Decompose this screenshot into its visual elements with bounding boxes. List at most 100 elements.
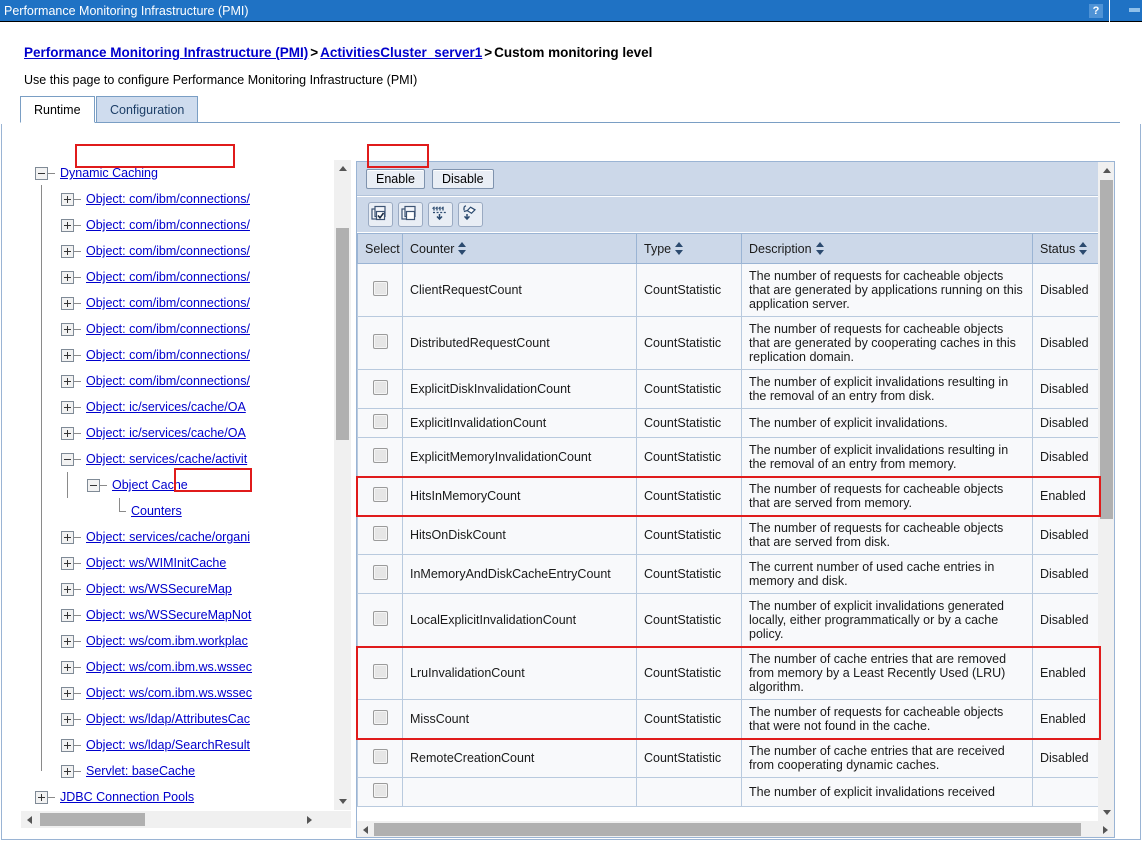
tree-item-1[interactable]: Object: com/ibm/connections/ [21,212,333,238]
select-all-icon[interactable] [368,202,393,227]
table-horizontal-scroll-thumb[interactable] [374,823,1081,836]
tree-item-label[interactable]: Object: ws/ldap/SearchResult [86,738,250,752]
column-header-type[interactable]: Type [637,234,742,264]
row-select-cell[interactable] [358,438,403,477]
tree-vertical-scrollbar[interactable] [334,160,351,810]
row-checkbox[interactable] [373,334,388,349]
tree-collapse-icon[interactable] [61,453,74,466]
tree-expand-icon[interactable] [61,271,74,284]
tree-expand-icon[interactable] [35,791,48,804]
tree-scroll-left-arrow[interactable] [21,811,38,828]
tree-item-label[interactable]: Object: services/cache/organi [86,530,250,544]
table-row[interactable]: HitsInMemoryCountCountStatisticThe numbe… [358,477,1099,516]
tree-item-label[interactable]: Object: com/ibm/connections/ [86,322,250,336]
tree-item-8[interactable]: Object: ic/services/cache/OA [21,394,333,420]
minimize-icon[interactable] [1129,8,1140,12]
tree-scroll-up-arrow[interactable] [334,160,351,177]
tree-item-7[interactable]: Object: com/ibm/connections/ [21,368,333,394]
table-row[interactable]: ExplicitMemoryInvalidationCountCountStat… [358,438,1099,477]
column-header-description[interactable]: Description [742,234,1033,264]
tree-expand-icon[interactable] [61,375,74,388]
tree-item-label[interactable]: Object: com/ibm/connections/ [86,192,250,206]
row-select-cell[interactable] [358,477,403,516]
tree-horizontal-scroll-thumb[interactable] [40,813,145,826]
tree-item-label[interactable]: Object Cache [112,478,188,492]
table-row[interactable]: ExplicitDiskInvalidationCountCountStatis… [358,370,1099,409]
tree-item-label[interactable]: Object: com/ibm/connections/ [86,296,250,310]
tree-item-5[interactable]: Object: com/ibm/connections/ [21,316,333,342]
table-scroll-up-arrow[interactable] [1098,162,1115,179]
tree-item-dynamic-caching[interactable]: Dynamic Caching [21,160,333,186]
row-checkbox[interactable] [373,380,388,395]
tree-item-16[interactable]: Object: ws/WSSecureMapNot [21,602,333,628]
tree-item-label[interactable]: Object: com/ibm/connections/ [86,348,250,362]
tree-expand-icon[interactable] [61,219,74,232]
tree-item-label[interactable]: Object: com/ibm/connections/ [86,374,250,388]
tree-collapse-icon[interactable] [35,167,48,180]
table-scroll-right-arrow[interactable] [1097,821,1114,838]
tree-item-18[interactable]: Object: ws/com.ibm.ws.wssec [21,654,333,680]
row-select-cell[interactable] [358,778,403,807]
tree-expand-icon[interactable] [61,765,74,778]
table-row[interactable]: LruInvalidationCountCountStatisticThe nu… [358,647,1099,700]
tree-item-9[interactable]: Object: ic/services/cache/OA [21,420,333,446]
tree-item-20[interactable]: Object: ws/ldap/AttributesCac [21,706,333,732]
tree-item-label[interactable]: Object: com/ibm/connections/ [86,244,250,258]
tree-item-label[interactable]: Object: ic/services/cache/OA [86,426,246,440]
table-row[interactable]: ExplicitInvalidationCountCountStatisticT… [358,409,1099,438]
tree-expand-icon[interactable] [61,583,74,596]
sort-icon-status[interactable] [1079,242,1088,255]
tree-item-label[interactable]: Dynamic Caching [60,166,158,180]
tree-expand-icon[interactable] [61,557,74,570]
tree-scroll-right-arrow[interactable] [301,811,318,828]
tree-item-label[interactable]: Object: com/ibm/connections/ [86,270,250,284]
table-scroll-down-arrow[interactable] [1098,804,1115,821]
row-checkbox[interactable] [373,783,388,798]
tree-item-label[interactable]: Object: ws/com.ibm.ws.wssec [86,660,252,674]
tree-item-14[interactable]: Object: ws/WIMInitCache [21,550,333,576]
tree-item-10[interactable]: Object: services/cache/activit [21,446,333,472]
row-checkbox[interactable] [373,448,388,463]
row-checkbox[interactable] [373,749,388,764]
tree-horizontal-scrollbar[interactable] [21,811,351,828]
row-select-cell[interactable] [358,409,403,438]
tree-vertical-scroll-thumb[interactable] [336,228,349,440]
row-checkbox[interactable] [373,281,388,296]
tree-expand-icon[interactable] [61,245,74,258]
tree-item-label[interactable]: JDBC Connection Pools [60,790,194,804]
tree-item-label[interactable]: Counters [131,504,182,518]
tree-item-label[interactable]: Object: ws/WSSecureMap [86,582,232,596]
row-checkbox[interactable] [373,526,388,541]
tree-item-label[interactable]: Object: ws/com.ibm.ws.wssec [86,686,252,700]
table-row[interactable]: The number of explicit invalidations rec… [358,778,1099,807]
tree-item-label[interactable]: Object: services/cache/activit [86,452,247,466]
row-checkbox[interactable] [373,611,388,626]
tree-expand-icon[interactable] [61,687,74,700]
table-row[interactable]: LocalExplicitInvalidationCountCountStati… [358,594,1099,647]
tree-expand-icon[interactable] [61,323,74,336]
table-vertical-scroll-thumb[interactable] [1100,180,1113,519]
sort-icon-type[interactable] [675,242,684,255]
tree-item-label[interactable]: Object: ic/services/cache/OA [86,400,246,414]
tree-item-6[interactable]: Object: com/ibm/connections/ [21,342,333,368]
column-header-counter[interactable]: Counter [403,234,637,264]
tree-expand-icon[interactable] [61,297,74,310]
table-row[interactable]: ClientRequestCountCountStatisticThe numb… [358,264,1099,317]
tree-expand-icon[interactable] [61,713,74,726]
clear-filter-row-icon[interactable] [458,202,483,227]
row-select-cell[interactable] [358,264,403,317]
tree-item-17[interactable]: Object: ws/com.ibm.workplac [21,628,333,654]
table-row[interactable]: InMemoryAndDiskCacheEntryCountCountStati… [358,555,1099,594]
tree-expand-icon[interactable] [61,349,74,362]
tree-item-label[interactable]: Servlet: baseCache [86,764,195,778]
tree-item-label[interactable]: Object: ws/WIMInitCache [86,556,226,570]
tree-expand-icon[interactable] [61,739,74,752]
row-select-cell[interactable] [358,317,403,370]
table-row[interactable]: RemoteCreationCountCountStatisticThe num… [358,739,1099,778]
tree-item-22[interactable]: Servlet: baseCache [21,758,333,784]
tab-runtime[interactable]: Runtime [20,96,95,123]
row-checkbox[interactable] [373,565,388,580]
table-vertical-scrollbar[interactable] [1098,162,1115,821]
tree-item-0[interactable]: Object: com/ibm/connections/ [21,186,333,212]
tree-item-3[interactable]: Object: com/ibm/connections/ [21,264,333,290]
